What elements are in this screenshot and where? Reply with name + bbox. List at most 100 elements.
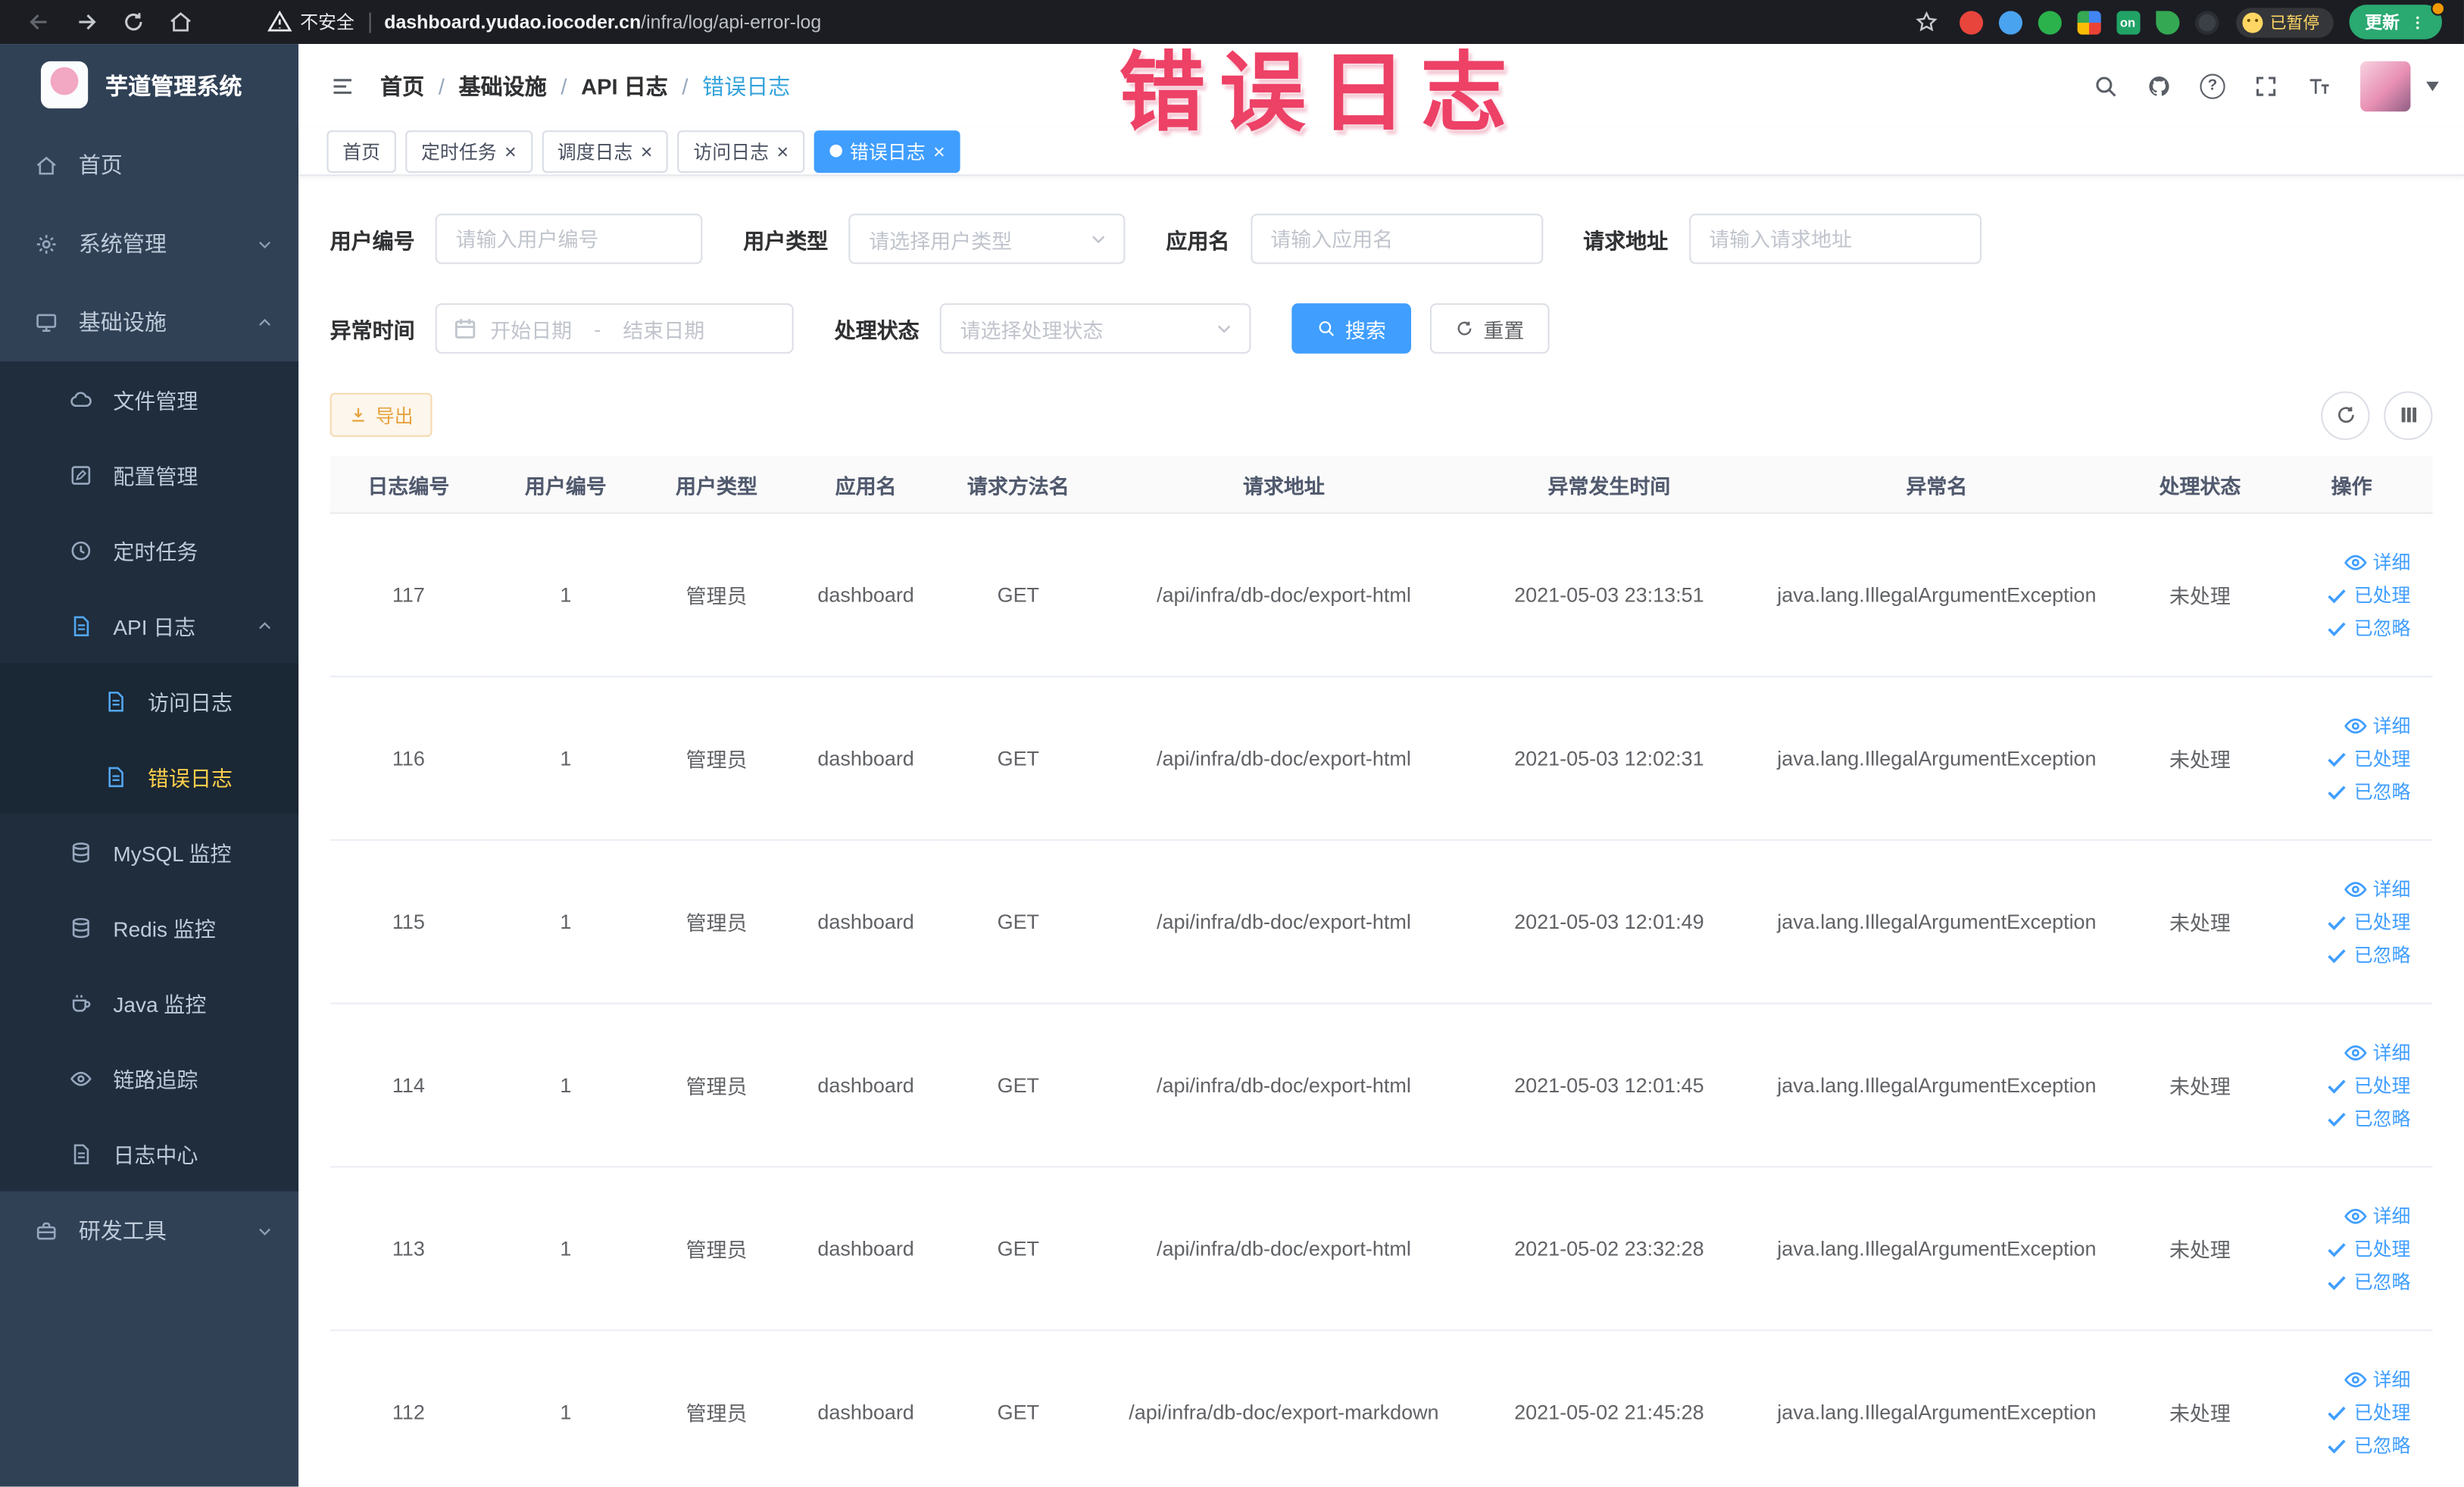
- export-button[interactable]: 导出: [329, 392, 433, 437]
- detail-link[interactable]: 详细: [2343, 548, 2410, 575]
- sidebar-item-error-log[interactable]: 错误日志: [0, 739, 299, 814]
- mark-processed-link[interactable]: 已处理: [2324, 582, 2410, 608]
- bookmark-star-icon[interactable]: [1913, 9, 1938, 34]
- mark-ignored-link[interactable]: 已忽略: [2324, 1104, 2410, 1131]
- sidebar-item-file-management[interactable]: 文件管理: [0, 361, 299, 437]
- tab-schedule-log[interactable]: 调度日志 ×: [541, 130, 669, 173]
- tab-home[interactable]: 首页: [326, 130, 396, 173]
- cell-exception: java.lang.IllegalArgumentException: [1744, 1003, 2130, 1168]
- cell-method: GET: [942, 1330, 1094, 1487]
- tab-scheduled-tasks[interactable]: 定时任务 ×: [405, 130, 532, 173]
- app-name-input[interactable]: [1250, 214, 1543, 264]
- hamburger-icon[interactable]: [330, 73, 355, 98]
- exception-time-range-picker[interactable]: 开始日期 - 结束日期: [435, 303, 794, 354]
- mark-processed-link[interactable]: 已处理: [2324, 1072, 2410, 1098]
- chevron-down-icon: [1215, 319, 1234, 338]
- mark-ignored-link[interactable]: 已忽略: [2324, 778, 2410, 804]
- extension-icon-red[interactable]: [1958, 10, 1983, 34]
- sidebar-item-java-monitor[interactable]: Java 监控: [0, 964, 299, 1041]
- sidebar-item-label: 文件管理: [113, 389, 198, 414]
- detail-link[interactable]: 详细: [2343, 1039, 2410, 1065]
- tab-access-log[interactable]: 访问日志 ×: [677, 130, 804, 173]
- process-status-select[interactable]: 请选择处理状态: [939, 303, 1251, 354]
- sidebar-item-config-management[interactable]: 配置管理: [0, 436, 299, 513]
- extension-icon-blue[interactable]: [1997, 10, 2022, 34]
- sidebar-item-mysql-monitor[interactable]: MySQL 监控: [0, 814, 299, 890]
- app-logo[interactable]: 芋道管理系统: [0, 44, 298, 126]
- request-url-input[interactable]: [1688, 214, 1982, 264]
- mark-ignored-link[interactable]: 已忽略: [2324, 1432, 2410, 1458]
- browser-forward-button[interactable]: [74, 9, 99, 34]
- avatar[interactable]: [2360, 60, 2411, 111]
- close-icon[interactable]: ×: [776, 141, 789, 161]
- detail-link[interactable]: 详细: [2343, 1366, 2410, 1392]
- tab-error-log[interactable]: 错误日志 ×: [814, 130, 961, 173]
- extension-icon-paw[interactable]: [2194, 10, 2219, 34]
- mark-processed-link[interactable]: 已处理: [2324, 908, 2410, 935]
- sidebar-item-label: 日志中心: [113, 1144, 198, 1168]
- cell-method: GET: [942, 1167, 1094, 1332]
- github-icon[interactable]: [2147, 73, 2172, 98]
- address-bar[interactable]: dashboard.yudao.iocoder.cn/infra/log/api…: [384, 11, 821, 33]
- col-app-name: 应用名: [789, 455, 943, 514]
- close-icon[interactable]: ×: [504, 141, 517, 161]
- close-icon[interactable]: ×: [641, 141, 653, 161]
- extension-icon-grid[interactable]: [2076, 10, 2100, 34]
- mark-ignored-link[interactable]: 已忽略: [2324, 614, 2410, 641]
- browser-reload-button[interactable]: [121, 9, 146, 34]
- reset-button[interactable]: 重置: [1429, 303, 1550, 354]
- breadcrumb-item[interactable]: API 日志: [581, 70, 668, 101]
- refresh-table-button[interactable]: [2321, 390, 2370, 439]
- cell-request-url: /api/infra/db-doc/export-html: [1093, 1167, 1474, 1332]
- search-icon[interactable]: [2093, 73, 2118, 98]
- caret-down-icon[interactable]: [2426, 80, 2439, 91]
- security-indicator[interactable]: 不安全: [267, 9, 354, 34]
- cell-actions: 详细 已处理 已忽略: [2270, 1330, 2433, 1487]
- font-size-icon[interactable]: [2307, 73, 2332, 98]
- sidebar-item-home[interactable]: 首页: [0, 126, 298, 205]
- detail-link[interactable]: 详细: [2343, 712, 2410, 739]
- ignored-label: 已忽略: [2353, 1107, 2411, 1130]
- sidebar-item-api-log[interactable]: API 日志: [0, 587, 299, 664]
- sidebar-item-tracing[interactable]: 链路追踪: [0, 1040, 299, 1116]
- check-icon: [2324, 942, 2349, 967]
- detail-link[interactable]: 详细: [2343, 1202, 2410, 1229]
- sidebar-item-infrastructure[interactable]: 基础设施: [0, 283, 298, 361]
- cell-actions: 详细 已处理 已忽略: [2270, 1167, 2433, 1332]
- breadcrumb-item[interactable]: 基础设施: [459, 70, 547, 101]
- help-icon[interactable]: ?: [2200, 73, 2225, 98]
- close-icon[interactable]: ×: [933, 141, 945, 161]
- extension-icon-green[interactable]: [2037, 10, 2061, 34]
- search-button[interactable]: 搜索: [1291, 303, 1412, 354]
- sidebar-item-dev-tools[interactable]: 研发工具: [0, 1192, 298, 1270]
- eye-icon: [2343, 1367, 2368, 1392]
- mark-processed-link[interactable]: 已处理: [2324, 1236, 2410, 1262]
- column-settings-button[interactable]: [2384, 390, 2433, 439]
- fullscreen-icon[interactable]: [2253, 73, 2278, 98]
- detail-link[interactable]: 详细: [2343, 876, 2410, 902]
- extension-icon-leaf[interactable]: [2155, 10, 2179, 34]
- table-row: 115 1 管理员 dashboard GET /api/infra/db-do…: [329, 839, 2433, 1004]
- extension-icon-on[interactable]: on: [2116, 10, 2140, 34]
- paused-badge[interactable]: 已暂停: [2235, 7, 2334, 37]
- sidebar-item-redis-monitor[interactable]: Redis 监控: [0, 889, 299, 965]
- user-id-input[interactable]: [435, 214, 703, 264]
- mark-ignored-link[interactable]: 已忽略: [2324, 942, 2410, 968]
- col-user-type: 用户类型: [644, 455, 789, 514]
- sidebar-item-scheduled-tasks[interactable]: 定时任务: [0, 512, 299, 588]
- browser-home-button[interactable]: [168, 9, 193, 34]
- mark-processed-link[interactable]: 已处理: [2324, 1398, 2410, 1425]
- processed-label: 已处理: [2353, 1075, 2411, 1098]
- sidebar-item-access-log[interactable]: 访问日志: [0, 663, 299, 739]
- user-type-select[interactable]: 请选择用户类型: [848, 214, 1126, 264]
- sidebar-item-log-center[interactable]: 日志中心: [0, 1115, 299, 1192]
- mark-processed-link[interactable]: 已处理: [2324, 745, 2410, 771]
- sidebar-item-system-management[interactable]: 系统管理: [0, 205, 298, 283]
- cell-actions: 详细 已处理 已忽略: [2270, 513, 2433, 678]
- browser-update-button[interactable]: 更新: [2349, 2, 2446, 39]
- mark-ignored-link[interactable]: 已忽略: [2324, 1268, 2410, 1295]
- browser-back-button[interactable]: [27, 9, 52, 34]
- sidebar-item-label: 错误日志: [148, 767, 233, 791]
- cell-user-type: 管理员: [644, 513, 789, 678]
- breadcrumb-item[interactable]: 首页: [380, 70, 424, 101]
